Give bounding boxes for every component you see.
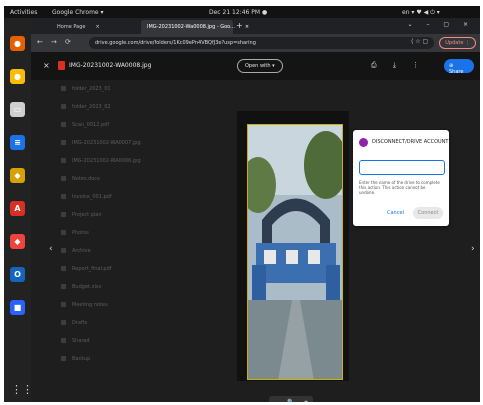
list-item[interactable]: folder_2023_01 — [61, 86, 441, 98]
file-icon — [61, 248, 66, 253]
tab-drive-preview[interactable]: IMG-20231002-Wa0008.jpg - Goo... × — [141, 20, 249, 34]
back-button[interactable]: ← — [37, 38, 43, 46]
disconnect-dialog: DISCONNECT/DRIVE ACCOUNT Enter the name … — [353, 130, 449, 226]
system-indicators[interactable]: en ▾ ♥ ◀ ⏻ ▾ — [402, 9, 440, 17]
file-icon — [61, 302, 66, 307]
chrome-icon[interactable]: ● — [10, 69, 25, 84]
tab-label: Home Page — [57, 24, 86, 30]
drive-name-input[interactable] — [359, 160, 445, 175]
file-icon — [61, 140, 66, 145]
file-icon — [61, 86, 66, 91]
app-menu[interactable]: Google Chrome ▾ — [52, 9, 104, 16]
file-icon — [61, 284, 66, 289]
cancel-button[interactable]: Cancel — [387, 210, 404, 216]
connect-button[interactable]: Connect — [413, 207, 443, 219]
file-name: Meeting notes — [72, 302, 108, 308]
file-icon — [61, 356, 66, 361]
photo-preview[interactable] — [247, 124, 343, 380]
extension-icon — [359, 138, 368, 147]
file-icon — [61, 212, 66, 217]
file-icon — [61, 194, 66, 199]
update-button[interactable]: Update ⋮ — [439, 37, 476, 49]
close-icon[interactable]: × — [245, 24, 249, 30]
clock[interactable]: Dec 21 12:46 PM ● — [209, 9, 267, 16]
firefox-icon[interactable]: ● — [10, 36, 25, 51]
file-icon — [61, 266, 66, 271]
file-name: Shared — [72, 338, 90, 344]
remote-app-icon[interactable]: ■ — [10, 300, 25, 315]
preview-action-icons[interactable]: ⎙ ⤓ ⋮ — [371, 61, 426, 70]
open-with-button[interactable]: Open with ▾ — [237, 59, 283, 73]
dialog-title: DISCONNECT/DRIVE ACCOUNT — [372, 139, 449, 145]
system-top-bar: Activities Google Chrome ▾ Dec 21 12:46 … — [4, 6, 480, 18]
file-name: IMG-20231002-WA0006.jpg — [72, 158, 141, 164]
tab-strip: Home Page × IMG-20231002-Wa0008.jpg - Goo… — [31, 18, 480, 34]
document-icon[interactable]: ≡ — [10, 135, 25, 150]
new-tab-button[interactable]: + — [236, 21, 243, 30]
zoom-icon: 🔍 — [287, 398, 295, 403]
dialog-help-text: Enter the name of the drive to complete … — [359, 180, 440, 195]
browser-window: Home Page × IMG-20231002-Wa0008.jpg - Goo… — [31, 18, 480, 402]
circle-app-icon[interactable]: O — [10, 267, 25, 282]
file-name: Backup — [72, 356, 91, 362]
close-icon[interactable]: × — [95, 24, 99, 30]
files-icon[interactable]: ▭ — [10, 102, 25, 117]
file-icon — [61, 104, 66, 109]
file-name: Drafts — [72, 320, 88, 326]
window-controls[interactable]: ⌄ – ▢ × — [408, 21, 474, 28]
file-name: IMG-20231002-WA0007.jpg — [72, 140, 141, 146]
file-icon — [61, 158, 66, 163]
activities-button[interactable]: Activities — [10, 9, 37, 16]
previous-file-arrow[interactable]: ‹ — [49, 244, 53, 254]
shield-icon[interactable]: ◆ — [10, 168, 25, 183]
file-icon — [61, 320, 66, 325]
file-name: Project plan — [72, 212, 102, 218]
file-name: Report_final.pdf — [72, 266, 112, 272]
close-preview-button[interactable]: × — [43, 61, 50, 70]
address-bar[interactable]: drive.google.com/drive/folders/1Kc09ePn4… — [89, 37, 434, 49]
file-name: Budget.xlsx — [72, 284, 102, 290]
file-icon — [61, 176, 66, 181]
image-file-icon — [58, 61, 65, 70]
anydesk-icon[interactable]: ◆ — [10, 234, 25, 249]
file-name: Archive — [72, 248, 91, 254]
zoom-out-button[interactable]: − — [273, 399, 278, 403]
zoom-controls: − 🔍 + — [269, 396, 313, 402]
forward-button[interactable]: → — [51, 38, 57, 46]
desktop: Activities Google Chrome ▾ Dec 21 12:46 … — [4, 6, 480, 402]
file-name: folder_2023_02 — [72, 104, 111, 110]
tab-home-page[interactable]: Home Page × — [51, 20, 139, 34]
zoom-in-button[interactable]: + — [304, 399, 309, 403]
show-apps-icon[interactable]: ⋮⋮⋮ — [11, 383, 44, 396]
browser-toolbar: ← → ⟳ drive.google.com/drive/folders/1Kc… — [31, 34, 480, 52]
file-name: folder_2023_01 — [72, 86, 111, 92]
reload-button[interactable]: ⟳ — [65, 38, 71, 46]
file-name: Invoice_001.pdf — [72, 194, 112, 200]
dock: ● ● ▭ ≡ ◆ A ◆ O ■ ⋮⋮⋮ — [4, 18, 44, 402]
gate-photo-image — [248, 125, 342, 379]
file-name: Scan_0012.pdf — [72, 122, 110, 128]
toolbar-icons[interactable]: ⟨ ☆ ▢ — [411, 38, 428, 45]
file-icon — [61, 122, 66, 127]
file-name: Notes.docx — [72, 176, 100, 182]
preview-header: × IMG-20231002-WA0008.jpg Open with ▾ ⎙ … — [31, 52, 480, 80]
file-icon — [61, 338, 66, 343]
next-file-arrow[interactable]: › — [471, 244, 475, 254]
tab-label: IMG-20231002-Wa0008.jpg - Goo... — [147, 24, 235, 30]
pdf-reader-icon[interactable]: A — [10, 201, 25, 216]
file-name: IMG-20231002-WA0008.jpg — [69, 62, 152, 69]
file-icon — [61, 230, 66, 235]
file-name: Photos — [72, 230, 89, 236]
share-button[interactable]: ⊕ Share — [444, 59, 474, 75]
